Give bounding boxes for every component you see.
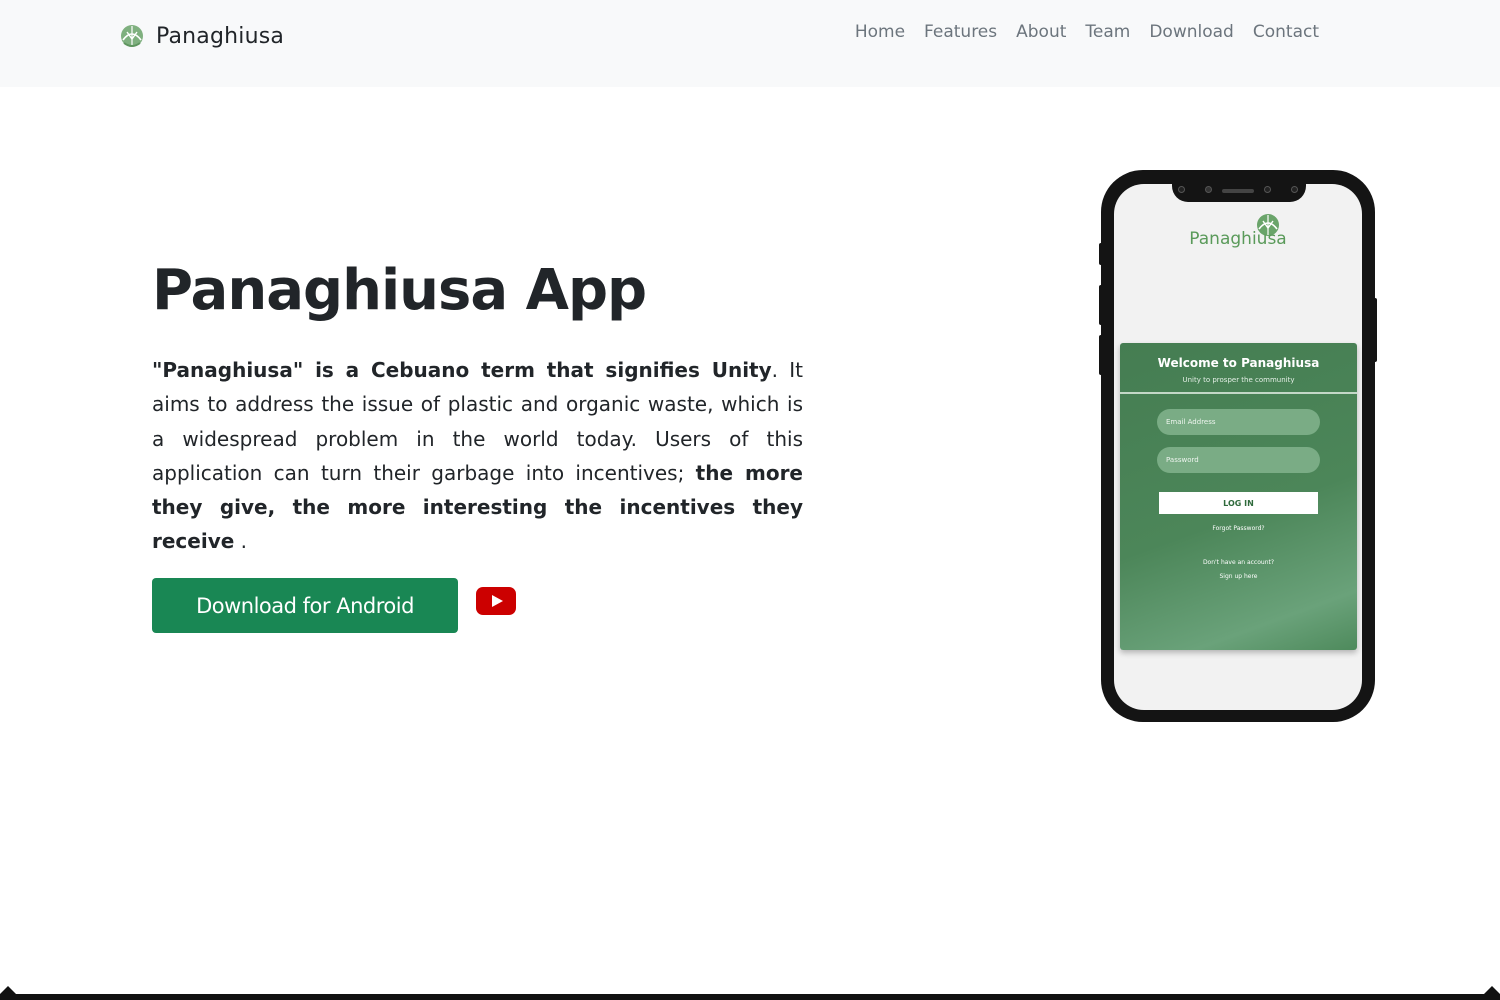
navbar: Panaghiusa Home Features About Team Down… (0, 0, 1500, 87)
brand-name: Panaghiusa (156, 23, 285, 49)
hero-title: Panaghiusa App (152, 258, 647, 323)
download-android-button[interactable]: Download for Android (152, 578, 458, 633)
app-name: Panaghiusa (1189, 229, 1287, 249)
hero-desc-bold-intro: "Panaghiusa" is a Cebuano term that sign… (152, 358, 772, 382)
sensor-icon (1264, 186, 1271, 193)
login-card-title: Welcome to Panaghiusa (1157, 356, 1320, 370)
phone-side-button (1099, 243, 1103, 265)
youtube-link[interactable] (476, 587, 516, 615)
signup-link: Sign up here (1219, 573, 1258, 580)
hero-description: "Panaghiusa" is a Cebuano term that sign… (152, 353, 803, 559)
speaker-grille (1222, 189, 1254, 193)
nav-links: Home Features About Team Download Contac… (855, 22, 1319, 42)
password-field: Password (1157, 447, 1320, 473)
email-field: Email Address (1157, 409, 1320, 435)
phone-side-button (1373, 298, 1377, 362)
camera-icon (1178, 186, 1185, 193)
camera-icon (1205, 186, 1212, 193)
nav-link-team[interactable]: Team (1085, 22, 1130, 42)
youtube-play-icon (476, 587, 516, 615)
phone-side-button (1099, 335, 1103, 375)
nav-link-features[interactable]: Features (924, 22, 997, 42)
nav-link-download[interactable]: Download (1149, 22, 1234, 42)
bottom-divider (0, 994, 1500, 1000)
corner-notch (1484, 986, 1500, 994)
corner-notch (0, 986, 16, 994)
nav-link-contact[interactable]: Contact (1253, 22, 1319, 42)
phone-side-button (1099, 285, 1103, 325)
navbar-brand[interactable]: Panaghiusa (118, 20, 284, 52)
forgot-password-link: Forgot Password? (1212, 525, 1265, 532)
nav-link-home[interactable]: Home (855, 22, 905, 42)
leaf-logo-icon (121, 25, 143, 47)
no-account-text: Don't have an account? (1202, 559, 1275, 566)
login-button: LOG IN (1159, 492, 1318, 514)
login-card-subtitle: Unity to prosper the community (1182, 376, 1295, 384)
login-card-divider (1120, 392, 1357, 394)
hero-desc-end: . (234, 529, 248, 554)
sensor-icon (1291, 186, 1298, 193)
nav-link-about[interactable]: About (1016, 22, 1066, 42)
